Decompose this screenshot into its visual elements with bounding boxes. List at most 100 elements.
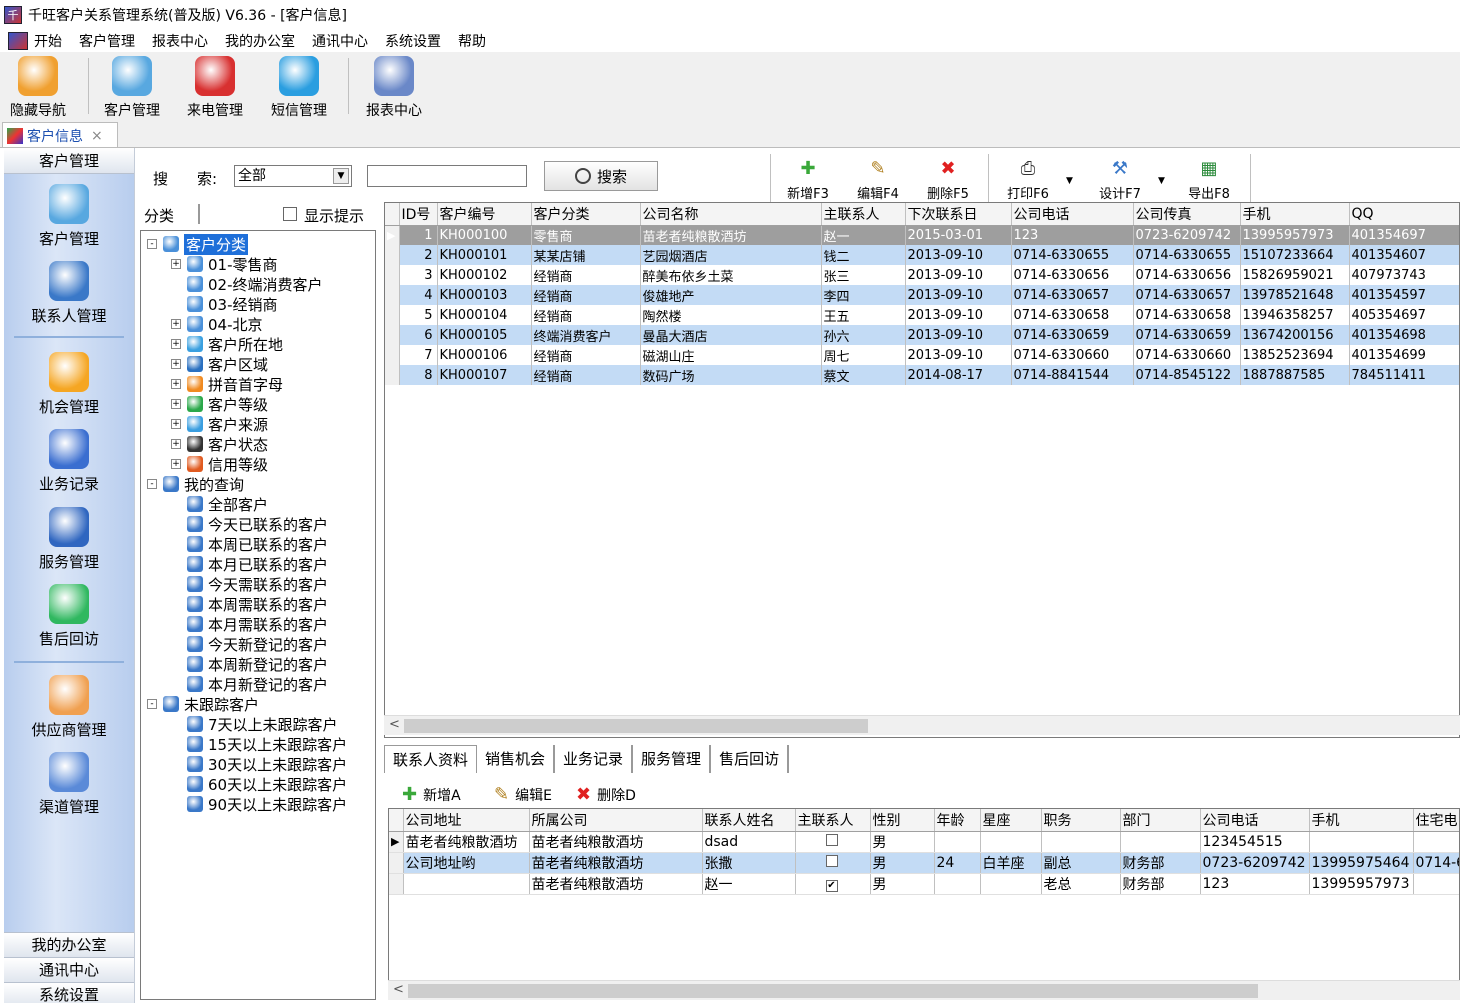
toolbar-button-4[interactable]: 报表中心 — [366, 56, 422, 120]
tree-node[interactable]: - 客户分类 — [147, 233, 249, 255]
search-input[interactable] — [367, 165, 527, 187]
doc-tab-customer-info[interactable]: 客户信息 × — [2, 122, 118, 148]
chevron-down-icon[interactable]: ▼ — [1158, 176, 1165, 186]
collapse-icon[interactable]: - — [147, 699, 157, 709]
toolbar-button-0[interactable]: 隐藏导航 — [10, 56, 66, 120]
search-button[interactable]: 搜索 — [544, 161, 658, 191]
tree-node[interactable]: + 信用等级 — [171, 454, 268, 474]
tree-node[interactable]: + 客户状态 — [171, 434, 268, 454]
column-header[interactable]: 职务 — [1041, 809, 1121, 832]
column-header[interactable]: 所属公司 — [529, 809, 703, 832]
column-header[interactable]: 年龄 — [934, 809, 981, 832]
tree-node[interactable]: - 未跟踪客户 — [147, 694, 259, 714]
nav-item-0[interactable]: 客户管理 — [4, 184, 134, 249]
scrollbar-thumb[interactable] — [408, 984, 1258, 998]
column-header[interactable]: 性别 — [870, 809, 935, 832]
scrollbar-thumb[interactable] — [404, 719, 868, 733]
tree-node[interactable]: + 客户所在地 — [171, 334, 283, 354]
action-button-0[interactable]: ✚ 新增F3 — [782, 158, 834, 202]
expand-icon[interactable]: + — [171, 379, 181, 389]
expand-icon[interactable]: + — [171, 399, 181, 409]
tree-node[interactable]: +04-北京 — [171, 314, 263, 334]
main-contact-checkbox[interactable]: ✔ — [825, 879, 838, 892]
nav-item-1[interactable]: 联系人管理 — [4, 261, 134, 326]
collapse-icon[interactable]: - — [147, 479, 157, 489]
chevron-down-icon[interactable]: ▼ — [1066, 176, 1073, 186]
tree-node[interactable]: 今天已联系的客户 — [171, 514, 328, 534]
tree-node[interactable]: - 我的查询 — [147, 474, 244, 494]
nav-item-5[interactable]: 售后回访 — [4, 584, 134, 649]
table-row[interactable]: 苗老者纯粮散酒坊 赵一 ✔ 男 老总 财务部 123 13995957973 — [389, 873, 1459, 895]
table-row[interactable]: 3 KH000102 经销商 醉美布依乡土菜 张三 2013-09-10 0714-6330… — [385, 265, 1459, 285]
column-header[interactable]: 公司电话 — [1011, 203, 1134, 226]
detail-action-button-2[interactable]: ✖ 删除D — [576, 784, 636, 805]
table-row[interactable]: 4 KH000103 经销商 俊雄地产 李四 2013-09-10 0714-6330657… — [385, 285, 1459, 305]
expand-icon[interactable]: + — [171, 319, 181, 329]
toolbar-button-3[interactable]: 短信管理 — [271, 56, 327, 120]
toolbar-button-1[interactable]: 客户管理 — [104, 56, 160, 120]
column-header[interactable]: 公司电话 — [1200, 809, 1310, 832]
column-header[interactable]: 手机 — [1240, 203, 1350, 226]
nav-item-7[interactable]: 渠道管理 — [4, 752, 134, 817]
column-header[interactable]: QQ — [1349, 203, 1459, 226]
action-button-1[interactable]: ✎ 编辑F4 — [852, 158, 904, 202]
nav-header[interactable]: 客户管理 — [4, 148, 134, 174]
expand-icon[interactable]: + — [171, 339, 181, 349]
tree-node[interactable]: 本周已联系的客户 — [171, 534, 328, 554]
tree-node[interactable]: 本周需联系的客户 — [171, 594, 328, 614]
menu-item-4[interactable]: 通讯中心 — [312, 31, 368, 51]
nav-item-4[interactable]: 服务管理 — [4, 507, 134, 572]
detail-tab-4[interactable]: 售后回访 — [711, 745, 790, 773]
column-header[interactable]: 下次联系日 — [905, 203, 1012, 226]
table-row[interactable]: 8 KH000107 经销商 数码广场 蔡文 2014-08-17 0714-8841544… — [385, 365, 1459, 385]
tree-node[interactable]: + 拼音首字母 — [171, 374, 283, 394]
menu-item-6[interactable]: 帮助 — [458, 31, 486, 51]
column-header[interactable]: 星座 — [980, 809, 1042, 832]
tree-node[interactable]: 今天新登记的客户 — [171, 634, 328, 654]
menu-item-0[interactable]: 开始 — [34, 31, 62, 51]
tree-node[interactable]: 7天以上未跟踪客户 — [171, 714, 338, 734]
detail-tab-2[interactable]: 业务记录 — [555, 745, 634, 773]
table-row[interactable]: 7 KH000106 经销商 磁湖山庄 周七 2013-09-10 0714-6330660… — [385, 345, 1459, 365]
detail-tab-1[interactable]: 销售机会 — [477, 745, 556, 773]
app-menu-icon[interactable] — [8, 32, 28, 50]
detail-tab-0[interactable]: 联系人资料 — [384, 745, 478, 773]
tree-node[interactable]: + 客户来源 — [171, 414, 268, 434]
column-header[interactable]: ID号 — [399, 203, 438, 226]
tree-node[interactable]: +01-零售商 — [171, 254, 278, 274]
menu-item-2[interactable]: 报表中心 — [152, 31, 208, 51]
action-button-2[interactable]: ✖ 删除F5 — [922, 158, 974, 202]
tree-node[interactable]: + 客户区域 — [171, 354, 268, 374]
column-header[interactable]: 联系人姓名 — [702, 809, 796, 832]
tree-node[interactable]: + 客户等级 — [171, 394, 268, 414]
table-row[interactable]: ▶ 1 KH000100 零售商 苗老者纯粮散酒坊 赵一 2015-03-01 123 0723… — [385, 225, 1459, 245]
expand-icon[interactable]: + — [171, 439, 181, 449]
scroll-left-icon[interactable]: < — [393, 982, 404, 997]
nav-item-6[interactable]: 供应商管理 — [4, 675, 134, 740]
column-header[interactable]: 部门 — [1120, 809, 1201, 832]
action-button-4[interactable]: ⚒ 设计F7 — [1094, 158, 1146, 202]
customer-grid-scrollbar[interactable]: < — [384, 715, 1460, 735]
tree-node[interactable]: 今天需联系的客户 — [171, 574, 328, 594]
toolbar-button-2[interactable]: 来电管理 — [187, 56, 243, 120]
scroll-left-icon[interactable]: < — [389, 717, 400, 732]
chevron-down-icon[interactable]: ▼ — [333, 168, 349, 184]
nav-footer-item-1[interactable]: 通讯中心 — [4, 957, 134, 982]
table-row[interactable]: ▶ 苗老者纯粮散酒坊 苗老者纯粮散酒坊 dsad 男 123454515 — [389, 831, 1459, 853]
show-tips-checkbox[interactable] — [283, 207, 297, 221]
tree-node[interactable]: 90天以上未跟踪客户 — [171, 794, 347, 814]
collapse-icon[interactable]: - — [147, 239, 157, 249]
expand-icon[interactable]: + — [171, 359, 181, 369]
main-contact-checkbox[interactable] — [825, 854, 838, 867]
column-header[interactable]: 主联系人 — [795, 809, 871, 832]
column-header[interactable]: 公司传真 — [1133, 203, 1241, 226]
table-row[interactable]: 5 KH000104 经销商 陶然楼 王五 2013-09-10 0714-6330658 0… — [385, 305, 1459, 325]
tree-node[interactable]: 本月已联系的客户 — [171, 554, 328, 574]
contacts-grid-scrollbar[interactable]: < — [388, 980, 1460, 1000]
menu-item-3[interactable]: 我的办公室 — [225, 31, 295, 51]
column-header[interactable]: 手机 — [1309, 809, 1414, 832]
tree-node[interactable]: 全部客户 — [171, 494, 268, 514]
tree-node[interactable]: 30天以上未跟踪客户 — [171, 754, 347, 774]
table-row[interactable]: 6 KH000105 终端消费客户 曼晶大酒店 孙六 2013-09-10 0714-633… — [385, 325, 1459, 345]
tree-node[interactable]: 03-经销商 — [171, 294, 278, 314]
